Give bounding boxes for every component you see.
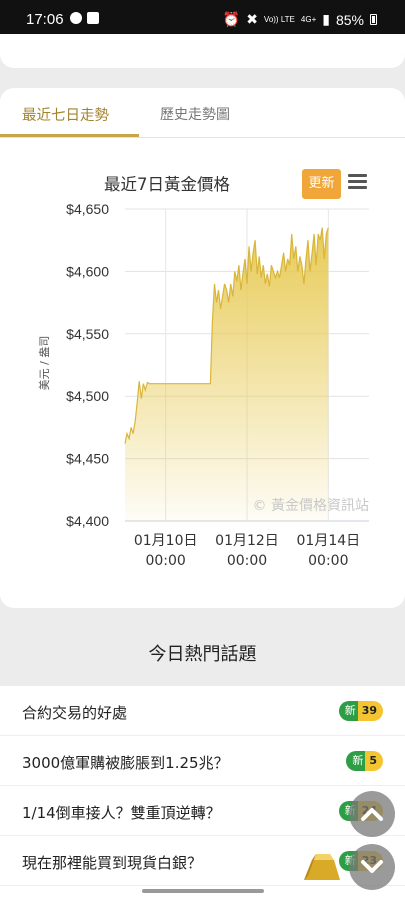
x-tick-time: 00:00 [227,553,267,569]
watermark: © 黃金價格資訊站 [253,497,369,514]
y-tick-label: $4,600 [66,263,109,279]
x-tick-date: 01月14日 [297,533,361,549]
topic-badge: 新 5 [346,751,383,771]
x-tick-time: 00:00 [145,553,185,569]
price-chart: $4,650 $4,600 $4,550 $4,500 $4,450 $4,400 01月… [37,201,369,569]
topic-title[interactable]: 3000億軍購被膨脹到1.25兆？ [22,752,229,773]
line-icon [70,12,82,24]
network-label: 4G+ [300,14,317,24]
y-tick-label: $4,550 [66,326,109,342]
list-item[interactable]: 3000億軍購被膨脹到1.25兆？ 新 5 [0,736,405,786]
signal-icon: ▮ [322,11,330,27]
gallery-icon [87,12,99,24]
x-tick-time: 00:00 [308,553,348,569]
topic-title[interactable]: 現在那裡能買到現貨白銀？ [22,852,202,873]
scroll-up-button[interactable] [349,791,395,837]
list-item[interactable]: 合約交易的好處 新 39 [0,686,405,736]
y-tick-label: $4,500 [66,388,109,404]
chart-title: 最近7日黃金價格 [104,175,230,194]
top-card [0,34,405,68]
scroll-down-button[interactable] [349,844,395,890]
reply-count: 5 [365,751,383,771]
y-tick-label: $4,650 [66,201,109,217]
home-indicator[interactable] [142,889,264,893]
chart-menu-icon[interactable] [348,174,367,190]
hot-topics-title: 今日熱門話題 [148,644,257,665]
alarm-icon: ⏰ [222,11,241,27]
list-item[interactable]: 1/14倒車接人？雙重頂逆轉？ 新 24 [0,786,405,836]
chevron-down-icon [361,860,383,873]
x-tick-date: 01月10日 [134,533,198,549]
status-right: ⏰ ✖ Vo)) LTE 4G+ ▮ 85% [223,11,377,28]
y-tick-label: $4,400 [66,513,109,529]
mute-icon: ✖ [246,11,258,27]
notification-icons [70,12,99,24]
topic-title[interactable]: 合約交易的好處 [22,702,127,723]
x-tick-date: 01月12日 [215,533,279,549]
battery-icon [370,14,377,25]
status-time: 17:06 [26,11,64,28]
battery-percent: 85% [335,11,364,28]
topic-badge: 新 39 [338,701,383,721]
status-bar: 17:06 ⏰ ✖ Vo)) LTE 4G+ ▮ 85% [0,0,405,34]
y-axis-ticks: $4,650 $4,600 $4,550 $4,500 $4,450 $4,400 [66,201,109,529]
x-axis-ticks: 01月10日 00:00 01月12日 00:00 01月14日 00:00 [134,533,360,569]
reply-count: 39 [357,701,383,721]
volte-label: Vo)) LTE [263,14,295,24]
topic-title[interactable]: 1/14倒車接人？雙重頂逆轉？ [22,802,221,823]
chevron-up-icon [361,808,383,821]
y-axis-label: 美元 / 盎司 [37,336,51,391]
refresh-button[interactable]: 更新 [302,169,341,199]
gold-bar-icon [304,854,340,880]
y-tick-label: $4,450 [66,451,109,467]
price-card: 最近七日走勢 歷史走勢圖 $4,650 $4,600 $4,550 $4,500 $4,… [0,88,405,608]
